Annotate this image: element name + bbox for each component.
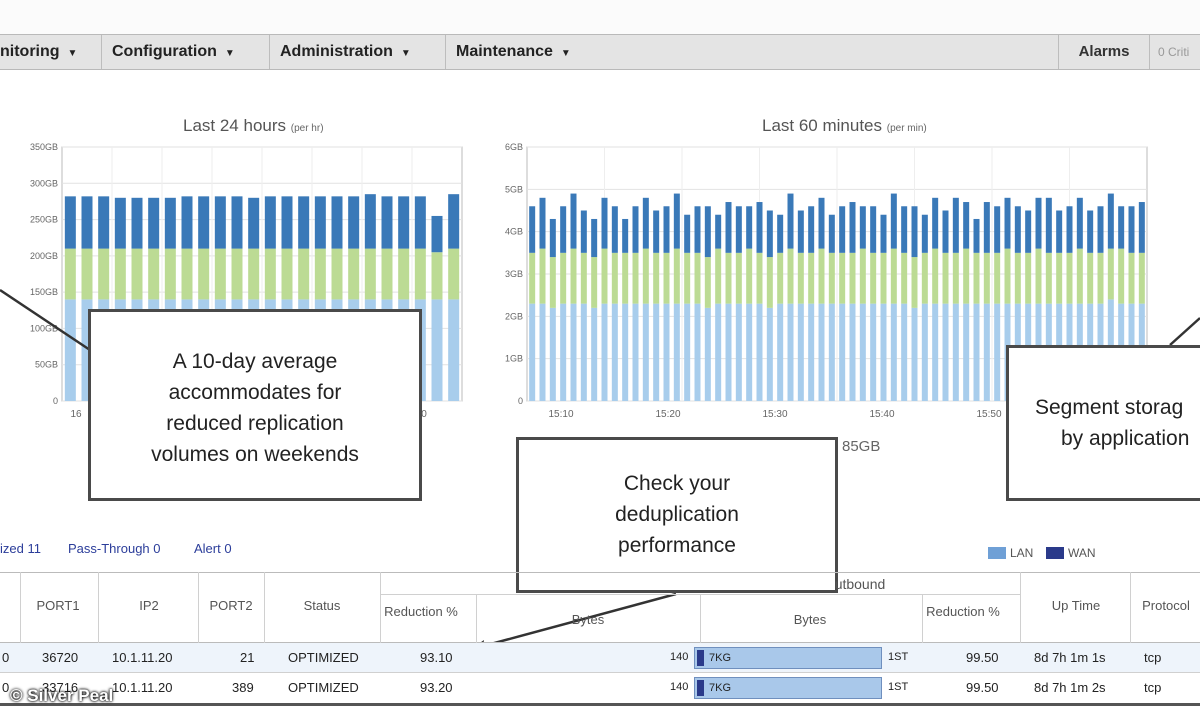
optimized-count-link[interactable]: ized 11: [0, 541, 41, 556]
row1-bar-label: 7KG: [709, 652, 732, 664]
pass-through-count-link[interactable]: Pass-Through 0: [68, 541, 161, 556]
callout-left-line-3: reduced replication: [166, 412, 344, 435]
col-header-reduction-out[interactable]: Reduction %: [926, 604, 1000, 620]
legend-lan: LAN: [988, 546, 1033, 560]
row2-bar-right: 1ST: [888, 681, 909, 693]
callout-right-line-1: Segment storag: [1035, 396, 1184, 419]
row2-bar-label: 7KG: [709, 682, 732, 694]
row2-uptime: 8d 7h 1m 2s: [1034, 680, 1106, 695]
legend-wan-swatch: [1046, 547, 1064, 559]
legend-lan-label: LAN: [1010, 546, 1034, 560]
col-header-uptime[interactable]: Up Time: [1024, 598, 1128, 613]
row1-col0: 0: [2, 650, 10, 665]
legend-wan: WAN: [1046, 546, 1096, 560]
callout-left-line-2: accommodates for: [168, 381, 342, 404]
row1-ip2: 10.1.11.20: [112, 650, 173, 665]
row2-port2: 389: [232, 680, 254, 695]
legend-wan-label: WAN: [1068, 546, 1096, 560]
col-header-bytes-out[interactable]: Bytes: [700, 612, 920, 627]
row1-protocol: tcp: [1144, 650, 1162, 665]
col-header-status[interactable]: Status: [268, 598, 376, 613]
col-header-port1[interactable]: PORT1: [22, 598, 94, 613]
row1-reduction-in: 93.10: [420, 650, 453, 665]
watermark: © Silver Peal: [10, 686, 114, 705]
col-header-bytes-in[interactable]: Bytes: [478, 612, 698, 627]
col-header-protocol[interactable]: Protocol: [1132, 598, 1200, 613]
row1-bar-right: 1ST: [888, 651, 909, 663]
callout-middle-line-1: Check your: [623, 472, 731, 495]
row2-reduction-in: 93.20: [420, 680, 453, 695]
table-row[interactable]: [0, 643, 1200, 672]
col-header-ip2[interactable]: IP2: [100, 598, 198, 613]
row1-port1: 36720: [42, 650, 79, 665]
wan-segment: [697, 650, 704, 666]
row1-bytes-in: 140: [670, 651, 689, 663]
table-row[interactable]: [0, 673, 1200, 702]
wan-segment: [697, 680, 704, 696]
outbound-group-header: utbound: [834, 576, 886, 592]
row2-ip2: 10.1.11.20: [112, 680, 173, 695]
col-header-reduction-in[interactable]: Reduction %: [384, 604, 458, 620]
callout-left-line-4: volumes on weekends: [151, 443, 359, 466]
row2-bytes-bar: 7KG: [694, 677, 882, 699]
callout-middle: Check your deduplication performance: [516, 437, 838, 593]
callout-left: A 10-day average accommodates for reduce…: [88, 309, 422, 501]
callout-left-line-1: A 10-day average: [172, 350, 338, 373]
connections-table: utbound PORT1 IP2 PORT2 Status Reduction…: [0, 572, 1200, 702]
callout-right-line-2: by application: [1061, 427, 1190, 450]
bottom-border: [0, 703, 1200, 706]
row1-bytes-bar: 7KG: [694, 647, 882, 669]
row2-status: OPTIMIZED: [288, 680, 359, 695]
row1-status: OPTIMIZED: [288, 650, 359, 665]
row1-port2: 21: [240, 650, 255, 665]
callout-middle-line-3: performance: [618, 534, 736, 557]
row2-reduction-out: 99.50: [966, 680, 999, 695]
callout-right: Segment storag by application: [1006, 345, 1200, 501]
right-callout-pointer: [1169, 317, 1200, 346]
row1-uptime: 8d 7h 1m 1s: [1034, 650, 1106, 665]
callout-middle-line-2: deduplication: [615, 503, 739, 526]
legend-lan-swatch: [988, 547, 1006, 559]
alert-count-link[interactable]: Alert 0: [194, 541, 232, 556]
row2-protocol: tcp: [1144, 680, 1162, 695]
left-callout-pointer: [0, 288, 91, 352]
row2-bytes-in: 140: [670, 681, 689, 693]
row1-reduction-out: 99.50: [966, 650, 999, 665]
row2-col0: 0: [2, 680, 10, 695]
col-header-port2[interactable]: PORT2: [200, 598, 262, 613]
